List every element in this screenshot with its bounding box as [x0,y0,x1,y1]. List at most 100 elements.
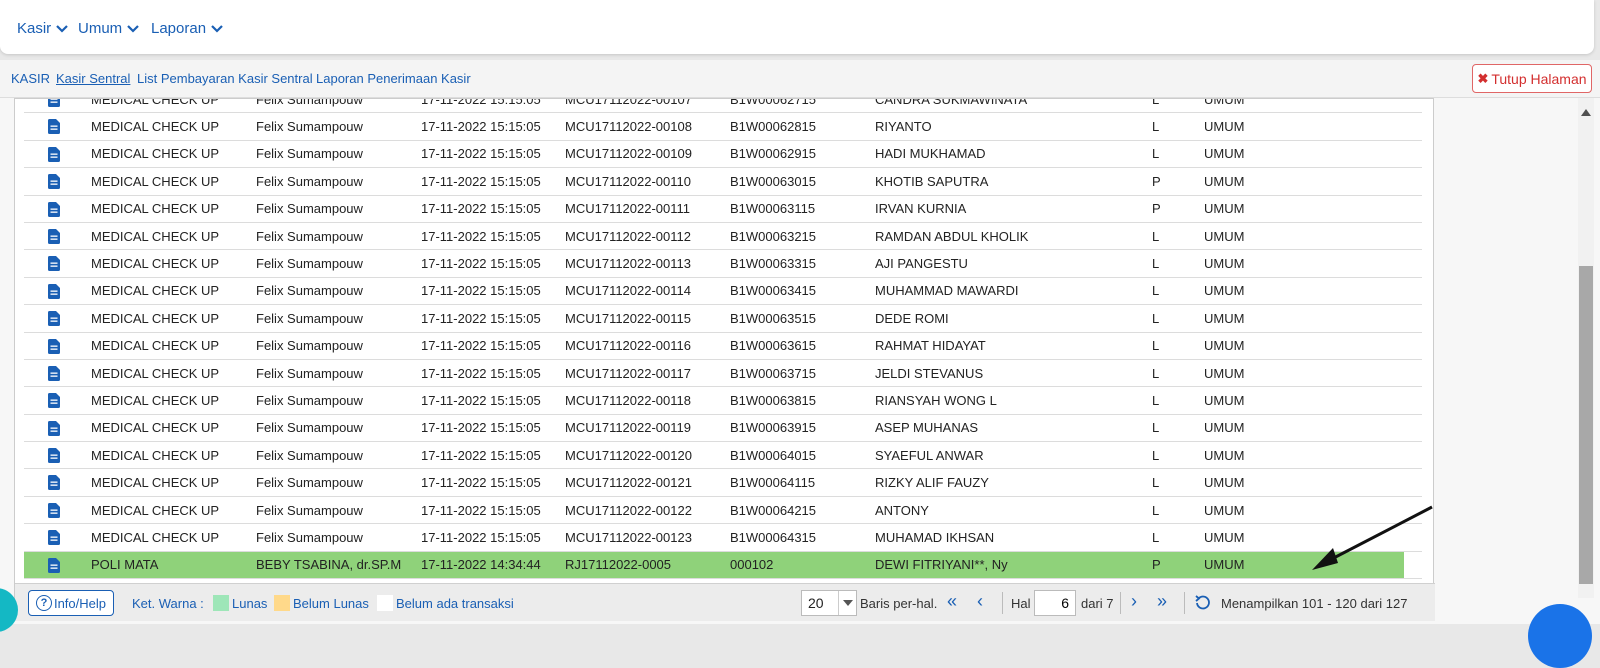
document-icon[interactable] [48,174,60,192]
legend-label-belum-lunas: Belum Lunas [293,596,369,611]
last-page-icon[interactable]: » [1157,592,1167,610]
document-icon[interactable] [48,448,60,466]
document-icon[interactable] [48,365,60,384]
document-icon[interactable] [48,530,60,548]
cell-penjamin: UMUM [1204,420,1245,436]
legend-label-belum-transaksi: Belum ada transaksi [396,596,514,611]
table-row[interactable]: MEDICAL CHECK UP Felix Sumampouw 17-11-202… [24,332,1422,360]
breadcrumb-kasir-sentral[interactable]: Kasir Sentral [56,71,130,86]
cell-jk: P [1152,557,1161,573]
document-icon[interactable] [48,283,60,302]
cell-jk: L [1152,392,1160,408]
info-help-button[interactable]: ? Info/Help [28,590,114,616]
table-row[interactable]: MEDICAL CHECK UP Felix Sumampouw 17-11-202… [24,113,1422,141]
cell-tanggal: 17-11-2022 15:15:05 [421,99,541,107]
table-row[interactable]: MEDICAL CHECK UP Felix Sumampouw 17-11-202… [24,168,1422,196]
cell-tanggal: 17-11-2022 15:15:05 [421,529,541,545]
table-row[interactable]: MEDICAL CHECK UP Felix Sumampouw 17-11-202… [24,99,1422,114]
cell-dokter: Felix Sumampouw [256,99,363,107]
cell-no-rm: 000102 [730,557,774,573]
first-page-icon[interactable]: « [947,592,957,610]
close-page-button[interactable]: ✖ Tutup Halaman [1472,64,1592,93]
next-page-icon[interactable]: › [1131,592,1137,610]
cell-penjamin: UMUM [1204,283,1245,299]
table-row[interactable]: MEDICAL CHECK UP Felix Sumampouw 17-11-202… [24,222,1422,251]
table-row[interactable]: MEDICAL CHECK UP Felix Sumampouw 17-11-202… [24,140,1422,169]
cell-nama: RAMDAN ABDUL KHOLIK [875,228,1029,244]
table-row[interactable]: MEDICAL CHECK UP Felix Sumampouw 17-11-202… [24,469,1422,497]
grid-rows: MEDICAL CHECK UP Felix Sumampouw 17-11-202… [24,99,1422,580]
document-icon[interactable] [48,99,60,110]
menu-kasir[interactable]: Kasir [17,20,68,37]
scrollbar-thumb[interactable] [1579,266,1593,584]
cell-penjamin: UMUM [1204,392,1245,408]
page-scrollbar[interactable] [1578,98,1594,598]
chevron-down-icon [838,591,856,615]
document-icon[interactable] [48,338,60,357]
breadcrumb-list-pembayaran[interactable]: List Pembayaran Kasir Sentral [137,71,313,86]
cell-jenis: MEDICAL CHECK UP [91,256,220,272]
table-row[interactable]: MEDICAL CHECK UP Felix Sumampouw 17-11-202… [24,387,1422,415]
cell-nama: IRVAN KURNIA [875,201,967,217]
cell-dokter: Felix Sumampouw [256,283,363,299]
cell-tanggal: 17-11-2022 15:15:05 [421,256,541,272]
cell-penjamin: UMUM [1204,228,1245,244]
prev-page-icon[interactable]: ‹ [977,592,983,610]
page-number-input[interactable] [1034,590,1076,616]
breadcrumb-kasir[interactable]: KASIR [11,71,50,86]
document-icon[interactable] [48,256,60,274]
table-row[interactable]: MEDICAL CHECK UP Felix Sumampouw 17-11-202… [24,305,1422,333]
cell-penjamin: UMUM [1204,529,1245,545]
table-row[interactable]: MEDICAL CHECK UP Felix Sumampouw 17-11-202… [24,250,1422,278]
table-row[interactable]: POLI MATA BEBY TSABINA, dr.SP.M 17-11-2022… [24,551,1422,580]
cell-jk: L [1152,256,1160,272]
document-icon[interactable] [48,475,60,493]
cell-tanggal: 17-11-2022 15:15:05 [421,475,541,491]
menu-laporan[interactable]: Laporan [151,20,223,37]
cell-jk: L [1152,447,1160,463]
document-icon[interactable] [48,119,60,137]
document-icon[interactable] [48,311,60,329]
document-icon[interactable] [48,502,60,521]
scroll-up-icon[interactable] [1581,104,1591,119]
document-icon[interactable] [48,393,60,411]
info-help-label: Info/Help [53,595,107,611]
cell-penjamin: UMUM [1204,119,1245,135]
close-icon: ✖ [1477,70,1489,86]
table-row[interactable]: MEDICAL CHECK UP Felix Sumampouw 17-11-202… [24,277,1422,306]
table-row[interactable]: MEDICAL CHECK UP Felix Sumampouw 17-11-202… [24,496,1422,525]
page-size-select[interactable]: 20 [801,590,857,616]
refresh-icon[interactable] [1193,593,1213,616]
menu-laporan-label: Laporan [151,20,207,37]
document-icon[interactable] [48,146,60,165]
cell-no-rm: B1W00063315 [730,256,817,272]
pager-divider [1002,592,1003,614]
cell-no-rm: B1W00063815 [730,392,817,408]
table-row[interactable]: MEDICAL CHECK UP Felix Sumampouw 17-11-202… [24,524,1422,552]
document-icon[interactable] [48,557,60,576]
page-size-label: Baris per-hal. [860,596,938,611]
cell-tanggal: 17-11-2022 15:15:05 [421,392,541,408]
cell-jk: L [1152,283,1160,299]
cell-no-reg: MCU17112022-00123 [565,529,692,545]
cell-penjamin: UMUM [1204,173,1245,189]
row-spacer [1404,332,1422,359]
menu-kasir-label: Kasir [17,20,52,37]
menu-umum[interactable]: Umum [78,20,139,37]
table-row[interactable]: MEDICAL CHECK UP Felix Sumampouw 17-11-202… [24,359,1422,388]
breadcrumb-laporan-penerimaan[interactable]: Laporan Penerimaan Kasir [316,71,471,86]
document-icon[interactable] [48,201,60,220]
table-row[interactable]: MEDICAL CHECK UP Felix Sumampouw 17-11-202… [24,414,1422,443]
cell-penjamin: UMUM [1204,475,1245,491]
row-spacer [1404,250,1422,277]
grid-body[interactable]: MEDICAL CHECK UP Felix Sumampouw 17-11-202… [24,99,1422,583]
table-row[interactable]: MEDICAL CHECK UP Felix Sumampouw 17-11-202… [24,442,1422,470]
row-spacer [1404,195,1422,222]
chat-fab-button[interactable] [1528,604,1592,668]
document-icon[interactable] [48,228,60,247]
cell-no-reg: RJ17112022-0005 [565,557,672,573]
table-row[interactable]: MEDICAL CHECK UP Felix Sumampouw 17-11-202… [24,195,1422,223]
cell-jenis: MEDICAL CHECK UP [91,475,220,491]
document-icon[interactable] [48,420,60,439]
row-spacer [1404,469,1422,496]
